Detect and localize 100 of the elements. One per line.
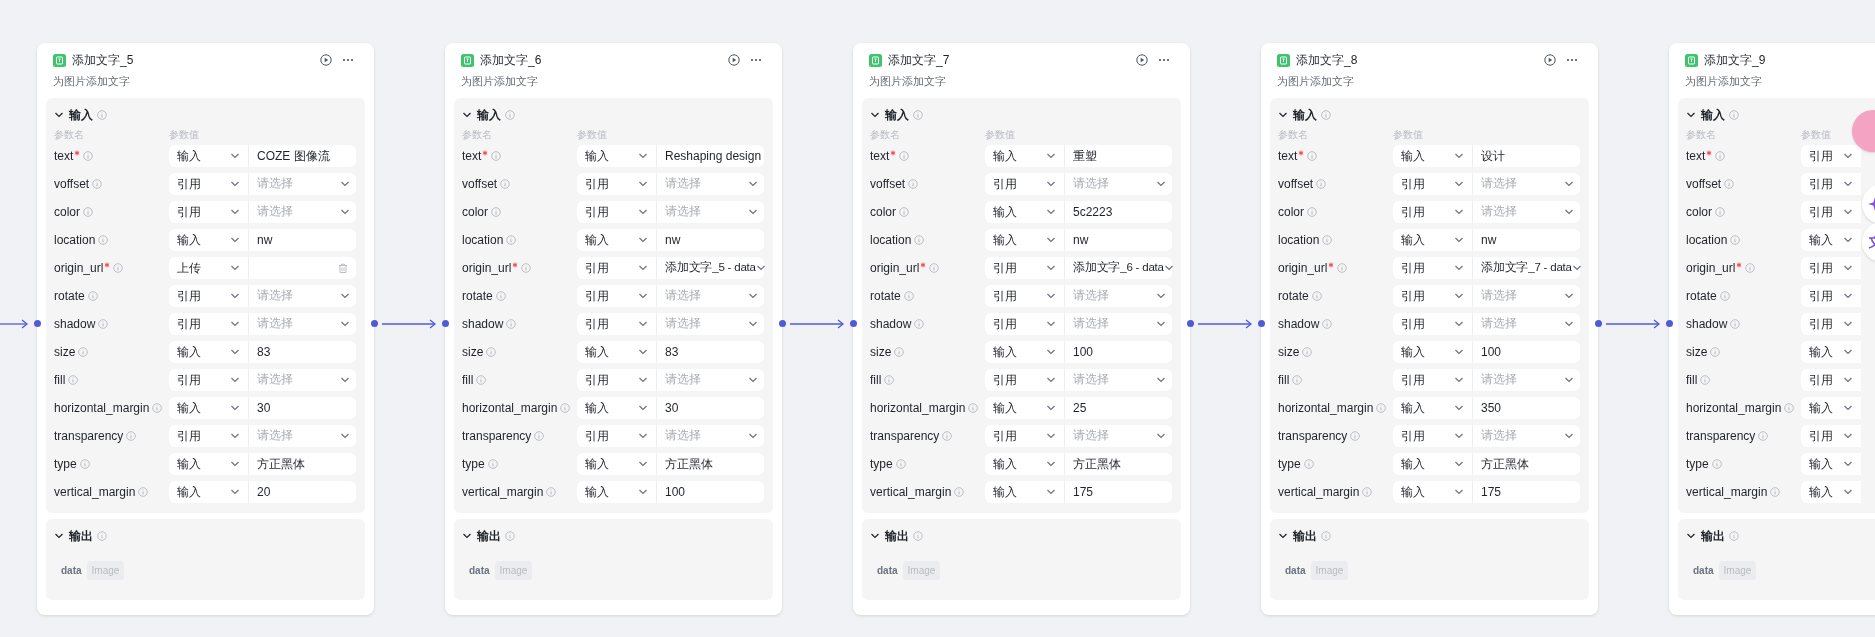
mode-select[interactable]: 引用 bbox=[169, 284, 248, 307]
section-toggle[interactable]: 输出 bbox=[1686, 526, 1725, 545]
mode-select[interactable]: 输入 bbox=[1393, 396, 1472, 419]
value-input[interactable]: 方正黑体 bbox=[656, 452, 764, 475]
mode-select[interactable]: 输入 bbox=[577, 144, 656, 167]
value-input[interactable]: 100 bbox=[656, 480, 764, 503]
section-toggle[interactable]: 输入 bbox=[1686, 105, 1725, 124]
mode-select[interactable]: 上传 bbox=[169, 256, 248, 279]
section-toggle[interactable]: 输入 bbox=[54, 105, 93, 124]
more-button[interactable] bbox=[1566, 58, 1578, 62]
input-port[interactable] bbox=[849, 320, 857, 327]
mode-select[interactable]: 输入 bbox=[169, 480, 248, 503]
value-input[interactable]: 设计 bbox=[1472, 144, 1580, 167]
mode-select[interactable]: 输入 bbox=[169, 228, 248, 251]
run-button[interactable] bbox=[1136, 54, 1148, 66]
mode-select[interactable]: 输入 bbox=[577, 228, 656, 251]
mode-select[interactable]: 输入 bbox=[169, 340, 248, 363]
mode-select[interactable]: 输入 bbox=[1393, 480, 1472, 503]
section-toggle[interactable]: 输出 bbox=[1278, 526, 1317, 545]
value-input[interactable]: 350 bbox=[1472, 396, 1580, 419]
mode-select[interactable]: 引用 bbox=[1393, 284, 1472, 307]
mode-select[interactable]: 输入 bbox=[1393, 340, 1472, 363]
value-input[interactable]: nw bbox=[1472, 228, 1580, 251]
section-toggle[interactable]: 输入 bbox=[462, 105, 501, 124]
mode-select[interactable]: 输入 bbox=[577, 340, 656, 363]
value-input[interactable]: 20 bbox=[248, 480, 356, 503]
mode-select[interactable]: 输入 bbox=[985, 200, 1064, 223]
section-toggle[interactable]: 输出 bbox=[870, 526, 909, 545]
mode-select[interactable]: 输入 bbox=[1801, 228, 1861, 251]
mode-select[interactable]: 引用 bbox=[985, 368, 1064, 391]
mode-select[interactable]: 引用 bbox=[577, 368, 656, 391]
mode-select[interactable]: 引用 bbox=[1801, 368, 1861, 391]
reference-select[interactable]: 添加文字_6 - data bbox=[1064, 256, 1172, 279]
mode-select[interactable]: 引用 bbox=[1801, 172, 1861, 195]
more-button[interactable] bbox=[342, 58, 354, 62]
value-input[interactable]: 5c2223 bbox=[1064, 200, 1172, 223]
mode-select[interactable]: 引用 bbox=[985, 424, 1064, 447]
mode-select[interactable]: 引用 bbox=[1393, 312, 1472, 335]
mode-select[interactable]: 输入 bbox=[577, 452, 656, 475]
mode-select[interactable]: 输入 bbox=[1801, 340, 1861, 363]
input-port[interactable] bbox=[1665, 320, 1673, 327]
mode-select[interactable]: 输入 bbox=[169, 396, 248, 419]
value-input[interactable]: 100 bbox=[1472, 340, 1580, 363]
value-input[interactable]: 175 bbox=[1472, 480, 1580, 503]
mode-select[interactable]: 引用 bbox=[577, 284, 656, 307]
mode-select[interactable]: 输入 bbox=[1801, 480, 1861, 503]
mode-select[interactable]: 输入 bbox=[985, 452, 1064, 475]
mode-select[interactable]: 引用 bbox=[1801, 312, 1861, 335]
mode-select[interactable]: 引用 bbox=[577, 200, 656, 223]
value-input[interactable]: 25 bbox=[1064, 396, 1172, 419]
value-input[interactable]: COZE 图像流 bbox=[248, 144, 356, 167]
mode-select[interactable]: 输入 bbox=[1801, 452, 1861, 475]
input-port[interactable] bbox=[441, 320, 449, 327]
mode-select[interactable]: 引用 bbox=[169, 368, 248, 391]
mode-select[interactable]: 引用 bbox=[985, 312, 1064, 335]
mode-select[interactable]: 引用 bbox=[1393, 256, 1472, 279]
mode-select[interactable]: 输入 bbox=[1393, 452, 1472, 475]
reference-select[interactable]: 添加文字_7 - data bbox=[1472, 256, 1580, 279]
output-port[interactable] bbox=[778, 320, 786, 327]
mode-select[interactable]: 输入 bbox=[577, 396, 656, 419]
mode-select[interactable]: 引用 bbox=[577, 256, 656, 279]
mode-select[interactable]: 输入 bbox=[985, 228, 1064, 251]
section-toggle[interactable]: 输出 bbox=[462, 526, 501, 545]
value-input[interactable]: 重塑 bbox=[1064, 144, 1172, 167]
section-toggle[interactable]: 输入 bbox=[1278, 105, 1317, 124]
mode-select[interactable]: 引用 bbox=[985, 284, 1064, 307]
value-input[interactable]: 100 bbox=[1064, 340, 1172, 363]
value-input[interactable]: 175 bbox=[1064, 480, 1172, 503]
run-button[interactable] bbox=[320, 54, 332, 66]
mode-select[interactable]: 输入 bbox=[985, 340, 1064, 363]
mode-select[interactable]: 输入 bbox=[985, 144, 1064, 167]
value-input[interactable]: 方正黑体 bbox=[1472, 452, 1580, 475]
mode-select[interactable]: 输入 bbox=[169, 144, 248, 167]
mode-select[interactable]: 引用 bbox=[985, 256, 1064, 279]
mode-select[interactable]: 引用 bbox=[169, 200, 248, 223]
output-port[interactable] bbox=[370, 320, 378, 327]
mode-select[interactable]: 引用 bbox=[1801, 284, 1861, 307]
mode-select[interactable]: 输入 bbox=[1393, 228, 1472, 251]
mode-select[interactable]: 引用 bbox=[169, 424, 248, 447]
mode-select[interactable]: 引用 bbox=[1393, 200, 1472, 223]
mode-select[interactable]: 引用 bbox=[1393, 368, 1472, 391]
section-toggle[interactable]: 输出 bbox=[54, 526, 93, 545]
mode-select[interactable]: 引用 bbox=[169, 312, 248, 335]
input-port[interactable] bbox=[1257, 320, 1265, 327]
run-button[interactable] bbox=[728, 54, 740, 66]
mode-select[interactable]: 输入 bbox=[577, 480, 656, 503]
more-button[interactable] bbox=[1158, 58, 1170, 62]
input-port[interactable] bbox=[33, 320, 41, 327]
value-input[interactable]: 方正黑体 bbox=[248, 452, 356, 475]
mode-select[interactable]: 引用 bbox=[169, 172, 248, 195]
mode-select[interactable]: 引用 bbox=[1393, 424, 1472, 447]
value-input[interactable]: 方正黑体 bbox=[1064, 452, 1172, 475]
output-port[interactable] bbox=[1594, 320, 1602, 327]
mode-select[interactable]: 输入 bbox=[1393, 144, 1472, 167]
value-input[interactable]: 30 bbox=[656, 396, 764, 419]
more-button[interactable] bbox=[750, 58, 762, 62]
section-toggle[interactable]: 输入 bbox=[870, 105, 909, 124]
mode-select[interactable]: 输入 bbox=[985, 480, 1064, 503]
mode-select[interactable]: 引用 bbox=[577, 172, 656, 195]
mode-select[interactable]: 输入 bbox=[1801, 396, 1861, 419]
